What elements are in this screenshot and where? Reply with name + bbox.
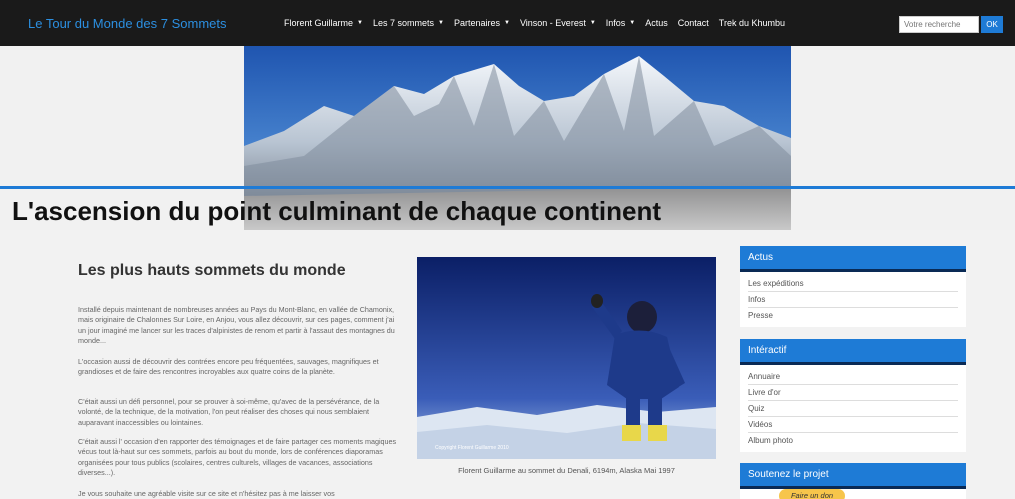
nav-item-partenaires[interactable]: Partenaires ▼ — [454, 18, 510, 28]
photo-watermark: Copyright Florent Guillarme 2010 — [435, 445, 509, 451]
sidebar-link-presse[interactable]: Presse — [748, 308, 958, 323]
caret-down-icon: ▼ — [357, 20, 363, 26]
interactif-list: Annuaire Livre d'or Quiz Vidéos Album ph… — [740, 365, 966, 452]
nav-item-label: Partenaires — [453, 18, 500, 28]
nav-item-label: Infos — [605, 18, 626, 28]
nav-item-label: Contact — [677, 18, 709, 28]
banner-divider — [0, 186, 1015, 189]
site-brand-link[interactable]: Le Tour du Monde des 7 Sommets — [28, 16, 227, 31]
sidebar-link-les-expeditions[interactable]: Les expéditions — [748, 276, 958, 292]
search-submit-button[interactable]: OK — [981, 16, 1003, 33]
summit-photo: Copyright Florent Guillarme 2010 — [417, 257, 716, 459]
intro-paragraph: Je vous souhaite une agréable visite sur… — [78, 489, 335, 498]
nav-item-actus[interactable]: Actus — [645, 18, 668, 28]
intro-paragraph: C'était aussi l' occasion d'en rapporter… — [78, 437, 397, 478]
intro-paragraph: L'occasion aussi de découvrir des contré… — [78, 357, 379, 377]
sidebar-link-annuaire[interactable]: Annuaire — [748, 369, 958, 385]
sidebar-link-infos[interactable]: Infos — [748, 292, 958, 308]
widget-title: Intéractif — [740, 339, 966, 365]
caret-down-icon: ▼ — [629, 20, 636, 26]
nav-item-contact[interactable]: Contact — [678, 18, 709, 28]
top-navbar: Le Tour du Monde des 7 Sommets Florent G… — [0, 0, 1015, 46]
main-nav: Florent Guillarme ▼ Les 7 sommets ▼ Parten… — [284, 18, 795, 28]
intro-paragraph: Installé depuis maintenant de nombreuses… — [78, 305, 395, 346]
interactif-widget: Intéractif Annuaire Livre d'or Quiz Vidé… — [740, 339, 966, 452]
sidebar-link-quiz[interactable]: Quiz — [748, 401, 958, 417]
nav-item-trek-du-khumbu[interactable]: Trek du Khumbu — [719, 18, 785, 28]
intro-paragraph: C'était aussi un défi personnel, pour se… — [78, 397, 380, 427]
search-input[interactable] — [899, 16, 979, 33]
widget-title: Soutenez le projet — [740, 463, 966, 489]
nav-item-label: Les 7 sommets — [372, 18, 435, 28]
section-title: Les plus hauts sommets du monde — [78, 262, 346, 279]
caret-down-icon: ▼ — [438, 20, 444, 26]
soutenez-widget: Soutenez le projet — [740, 463, 966, 499]
nav-item-label: Florent Guillarme — [284, 18, 354, 28]
sidebar-link-videos[interactable]: Vidéos — [748, 417, 958, 433]
photo-caption: Florent Guillarme au sommet du Denali, 6… — [458, 466, 675, 475]
nav-item-vinson-everest[interactable]: Vinson - Everest ▼ — [520, 18, 596, 28]
caret-down-icon: ▼ — [504, 20, 510, 26]
caret-down-icon: ▼ — [589, 20, 596, 26]
donate-button[interactable]: Faire un don — [779, 489, 845, 499]
nav-item-label: Actus — [645, 18, 668, 28]
nav-item-label: Vinson - Everest — [519, 18, 586, 28]
page-headline: L'ascension du point culminant de chaque… — [12, 196, 662, 226]
nav-item-les-7-sommets[interactable]: Les 7 sommets ▼ — [373, 18, 444, 28]
sidebar-link-livre-dor[interactable]: Livre d'or — [748, 385, 958, 401]
actus-widget: Actus Les expéditions Infos Presse — [740, 246, 966, 327]
widget-title: Actus — [740, 246, 966, 272]
sidebar-link-album-photo[interactable]: Album photo — [748, 433, 958, 448]
nav-item-florent-guillarme[interactable]: Florent Guillarme ▼ — [284, 18, 363, 28]
nav-item-infos[interactable]: Infos ▼ — [606, 18, 635, 28]
actus-list: Les expéditions Infos Presse — [740, 272, 966, 327]
denali-summit-image: Copyright Florent Guillarme 2010 — [417, 257, 716, 459]
nav-item-label: Trek du Khumbu — [718, 18, 785, 28]
